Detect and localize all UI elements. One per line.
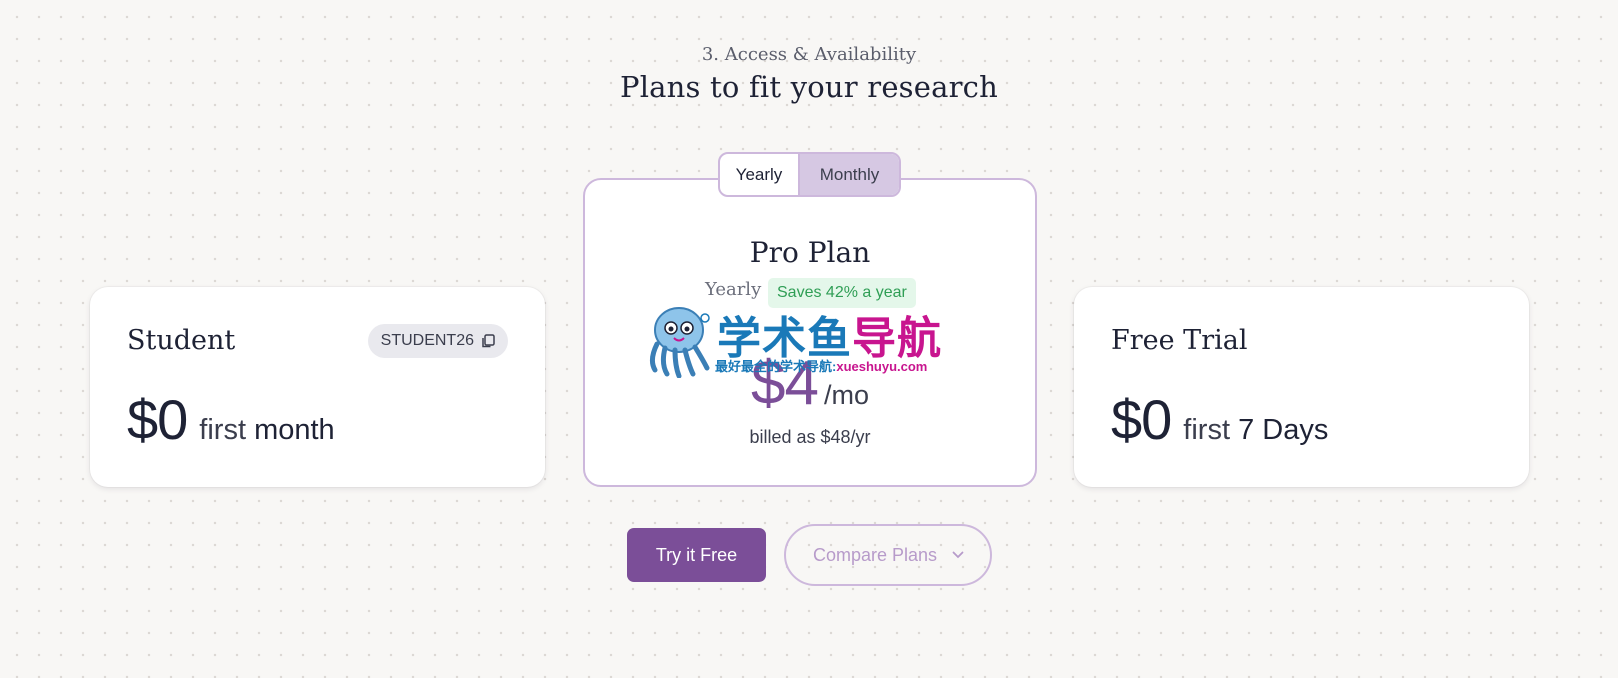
toggle-monthly[interactable]: Monthly <box>800 154 899 195</box>
section-eyebrow: 3. Access & Availability <box>701 44 917 65</box>
free-trial-price: $0 first 7 Days <box>1111 387 1328 452</box>
pro-price-unit: /mo <box>823 380 869 410</box>
free-trial-price-period: first 7 Days <box>1183 414 1329 446</box>
chevron-down-icon <box>952 551 964 559</box>
student-plan-title: Student <box>127 325 236 356</box>
try-it-free-button[interactable]: Try it Free <box>627 528 766 582</box>
promo-code-text: STUDENT26 <box>380 332 474 349</box>
compare-plans-label: Compare Plans <box>813 544 938 565</box>
student-price: $0 first month <box>127 387 335 452</box>
promo-code-chip[interactable]: STUDENT26 <box>367 324 508 358</box>
pro-plan-title: Pro Plan <box>749 236 871 269</box>
free-trial-card: Free Trial $0 first 7 Days <box>1074 287 1529 487</box>
student-price-period: first month <box>199 414 335 446</box>
billing-toggle[interactable]: Yearly Monthly <box>718 152 901 197</box>
page-title: Plans to fit your research <box>619 70 998 104</box>
free-trial-price-amount: $0 <box>1111 388 1172 451</box>
watermark-subtitle: 最好最全的学术导航:xueshuyu.com <box>715 359 928 374</box>
copy-icon[interactable] <box>481 334 495 348</box>
compare-plans-button[interactable]: Compare Plans <box>784 524 992 586</box>
watermark: 学术鱼导航 最好最全的学术导航:xueshuyu.com <box>645 300 975 378</box>
student-plan-card: Student STUDENT26 $0 first month <box>90 287 545 487</box>
octopus-mascot-icon <box>649 307 710 378</box>
pro-billed-note: billed as $48/yr <box>749 427 871 447</box>
student-price-amount: $0 <box>127 388 188 451</box>
pro-billing-label: Yearly <box>705 279 762 300</box>
free-trial-title: Free Trial <box>1111 325 1248 356</box>
toggle-yearly[interactable]: Yearly <box>720 154 800 195</box>
